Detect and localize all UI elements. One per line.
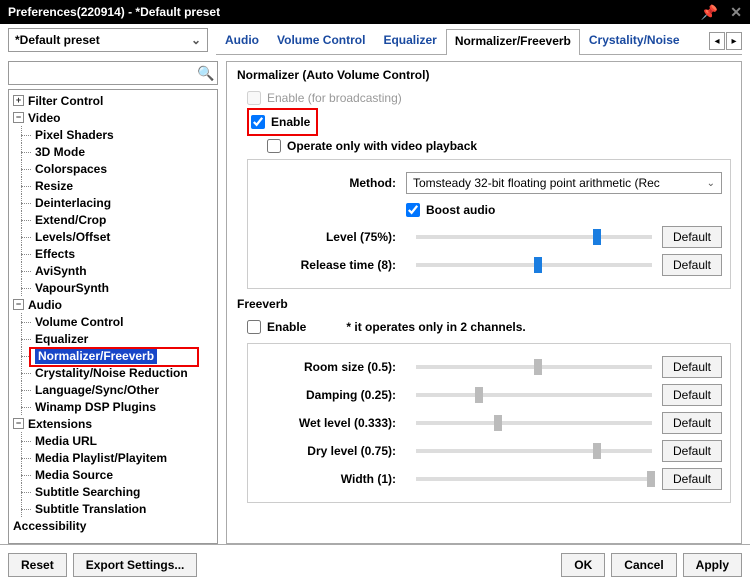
tree-winamp-dsp[interactable]: Winamp DSP Plugins [9, 398, 217, 415]
search-icon[interactable]: 🔍 [195, 65, 217, 82]
collapse-icon[interactable]: − [13, 299, 24, 310]
tree-media-url[interactable]: Media URL [9, 432, 217, 449]
width-label: Width (1): [256, 472, 396, 486]
release-slider[interactable] [416, 263, 652, 267]
room-size-slider[interactable] [416, 365, 652, 369]
tree-pixel-shaders[interactable]: Pixel Shaders [9, 126, 217, 143]
dry-level-label: Dry level (0.75): [256, 444, 396, 458]
level-default-button[interactable]: Default [662, 226, 722, 248]
tree-colorspaces[interactable]: Colorspaces [9, 160, 217, 177]
tree-resize[interactable]: Resize [9, 177, 217, 194]
tab-volume-control[interactable]: Volume Control [268, 28, 374, 54]
room-size-label: Room size (0.5): [256, 360, 396, 374]
tree-accessibility[interactable]: Accessibility [9, 517, 217, 534]
freeverb-note: * it operates only in 2 channels. [346, 320, 525, 334]
tree-crystality-noise[interactable]: Crystality/Noise Reduction [9, 364, 217, 381]
freeverb-title: Freeverb [237, 297, 731, 311]
method-dropdown[interactable]: Tomsteady 32-bit floating point arithmet… [406, 172, 722, 194]
content-panel: Normalizer (Auto Volume Control) Enable … [226, 61, 742, 544]
damping-slider[interactable] [416, 393, 652, 397]
wet-default-button[interactable]: Default [662, 412, 722, 434]
export-settings-button[interactable]: Export Settings... [73, 553, 198, 577]
video-only-row[interactable]: Operate only with video playback [247, 139, 731, 153]
tree-deinterlacing[interactable]: Deinterlacing [9, 194, 217, 211]
tab-audio[interactable]: Audio [216, 28, 268, 54]
damping-label: Damping (0.25): [256, 388, 396, 402]
chevron-down-icon: ⌄ [191, 33, 201, 47]
normalizer-title: Normalizer (Auto Volume Control) [237, 68, 731, 82]
title-bar: Preferences(220914) - *Default preset 📌 … [0, 0, 750, 24]
window-title: Preferences(220914) - *Default preset [8, 5, 220, 19]
dry-default-button[interactable]: Default [662, 440, 722, 462]
tab-crystality-noise[interactable]: Crystality/Noise [580, 28, 689, 54]
tree-video[interactable]: −Video [9, 109, 217, 126]
tree-extend-crop[interactable]: Extend/Crop [9, 211, 217, 228]
cancel-button[interactable]: Cancel [611, 553, 676, 577]
footer: Reset Export Settings... OK Cancel Apply [0, 544, 750, 585]
pin-icon[interactable]: 📌 [701, 4, 718, 21]
preset-dropdown[interactable]: *Default preset ⌄ [8, 28, 208, 52]
tree-subtitle-translation[interactable]: Subtitle Translation [9, 500, 217, 517]
ok-button[interactable]: OK [561, 553, 605, 577]
tab-normalizer-freeverb[interactable]: Normalizer/Freeverb [446, 29, 580, 55]
enable-broadcasting-checkbox [247, 91, 261, 105]
enable-checkbox[interactable] [251, 115, 265, 129]
tree-3d-mode[interactable]: 3D Mode [9, 143, 217, 160]
tree-equalizer[interactable]: Equalizer [9, 330, 217, 347]
width-slider[interactable] [416, 477, 652, 481]
enable-row[interactable]: Enable [251, 115, 310, 129]
room-default-button[interactable]: Default [662, 356, 722, 378]
tree-media-playlist[interactable]: Media Playlist/Playitem [9, 449, 217, 466]
boost-audio-checkbox[interactable] [406, 203, 420, 217]
tree-levels-offset[interactable]: Levels/Offset [9, 228, 217, 245]
tree-effects[interactable]: Effects [9, 245, 217, 262]
expand-icon[interactable]: + [13, 95, 24, 106]
tree-media-source[interactable]: Media Source [9, 466, 217, 483]
apply-button[interactable]: Apply [683, 553, 742, 577]
boost-audio-row[interactable]: Boost audio [406, 203, 495, 217]
tab-scroll-right[interactable]: ▸ [726, 32, 742, 50]
wet-level-label: Wet level (0.333): [256, 416, 396, 430]
freeverb-enable-row[interactable]: Enable [247, 320, 306, 334]
tab-bar: Audio Volume Control Equalizer Normalize… [216, 28, 689, 54]
preset-label: *Default preset [15, 33, 100, 47]
release-default-button[interactable]: Default [662, 254, 722, 276]
release-label: Release time (8): [256, 258, 396, 272]
search-input[interactable] [9, 66, 195, 80]
enable-label: Enable [271, 115, 310, 129]
wet-level-slider[interactable] [416, 421, 652, 425]
video-only-checkbox[interactable] [267, 139, 281, 153]
width-default-button[interactable]: Default [662, 468, 722, 490]
collapse-icon[interactable]: − [13, 418, 24, 429]
level-label: Level (75%): [256, 230, 396, 244]
tab-scroll-left[interactable]: ◂ [709, 32, 725, 50]
collapse-icon[interactable]: − [13, 112, 24, 123]
tree-language-sync[interactable]: Language/Sync/Other [9, 381, 217, 398]
enable-broadcasting-row: Enable (for broadcasting) [247, 91, 731, 105]
freeverb-enable-label: Enable [267, 320, 306, 334]
highlight-box: Enable [247, 108, 318, 136]
method-label: Method: [256, 176, 396, 190]
tree-normalizer-freeverb[interactable]: Normalizer/Freeverb [9, 347, 217, 364]
tree-vapoursynth[interactable]: VapourSynth [9, 279, 217, 296]
reset-button[interactable]: Reset [8, 553, 67, 577]
settings-tree[interactable]: +Filter Control −Video Pixel Shaders 3D … [8, 89, 218, 544]
damping-default-button[interactable]: Default [662, 384, 722, 406]
freeverb-enable-checkbox[interactable] [247, 320, 261, 334]
tree-volume-control[interactable]: Volume Control [9, 313, 217, 330]
tree-avisynth[interactable]: AviSynth [9, 262, 217, 279]
dry-level-slider[interactable] [416, 449, 652, 453]
close-icon[interactable]: ✕ [730, 4, 742, 21]
tree-extensions[interactable]: −Extensions [9, 415, 217, 432]
chevron-down-icon: ⌄ [707, 178, 715, 189]
level-slider[interactable] [416, 235, 652, 239]
video-only-label: Operate only with video playback [287, 139, 477, 153]
tab-equalizer[interactable]: Equalizer [374, 28, 445, 54]
search-box[interactable]: 🔍 [8, 61, 218, 85]
method-value: Tomsteady 32-bit floating point arithmet… [413, 176, 660, 190]
tree-filter-control[interactable]: +Filter Control [9, 92, 217, 109]
boost-audio-label: Boost audio [426, 203, 495, 217]
tree-audio[interactable]: −Audio [9, 296, 217, 313]
tree-subtitle-search[interactable]: Subtitle Searching [9, 483, 217, 500]
